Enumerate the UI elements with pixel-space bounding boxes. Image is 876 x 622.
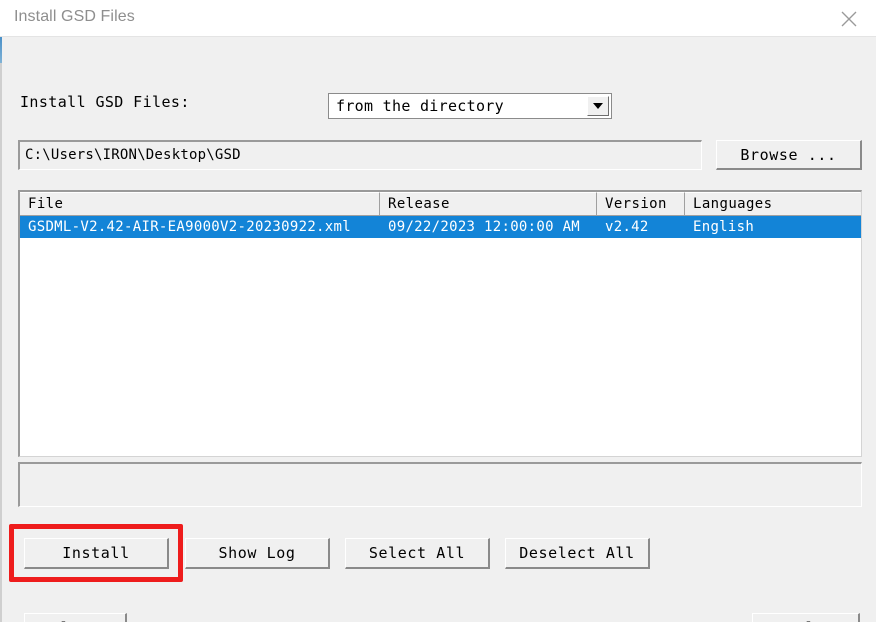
chevron-down-icon[interactable] [587,96,609,116]
column-header-file[interactable]: File [20,192,380,215]
window-title: Install GSD Files [14,8,135,25]
title-bar: Install GSD Files [0,0,876,37]
directory-path-value: C:\Users\IRON\Desktop\GSD [25,147,241,163]
install-source-select[interactable]: from the directory [328,93,612,119]
file-list-header-row: File Release Version Languages [20,192,861,216]
show-log-button[interactable]: Show Log [185,538,330,569]
close-window-button[interactable] [822,0,876,37]
cell-languages: English [693,219,755,235]
install-gsd-files-label: Install GSD Files: [20,93,190,111]
install-button[interactable]: Install [24,538,169,569]
help-button[interactable]: Help [752,613,860,622]
deselect-all-button[interactable]: Deselect All [505,538,650,569]
column-header-release[interactable]: Release [380,192,597,215]
close-x-icon [838,8,860,30]
install-gsd-files-dialog: Install GSD Files Install GSD Files: fro… [0,0,876,622]
dialog-body: Install GSD Files: from the directory C:… [2,37,876,622]
cell-version: v2.42 [605,219,649,235]
table-row[interactable]: GSDML-V2.42-AIR-EA9000V2-20230922.xml 09… [20,216,861,238]
directory-path-input[interactable]: C:\Users\IRON\Desktop\GSD [18,140,702,170]
column-header-languages[interactable]: Languages [685,192,860,215]
install-source-select-value: from the directory [336,97,504,115]
gsd-file-list[interactable]: File Release Version Languages GSDML-V2.… [18,190,862,457]
cell-file: GSDML-V2.42-AIR-EA9000V2-20230922.xml [28,219,351,235]
status-message-panel [18,462,862,507]
close-button[interactable]: Close [24,613,127,622]
browse-button[interactable]: Browse ... [716,140,862,170]
column-header-version[interactable]: Version [597,192,685,215]
cell-release: 09/22/2023 12:00:00 AM [388,219,581,235]
select-all-button[interactable]: Select All [345,538,490,569]
